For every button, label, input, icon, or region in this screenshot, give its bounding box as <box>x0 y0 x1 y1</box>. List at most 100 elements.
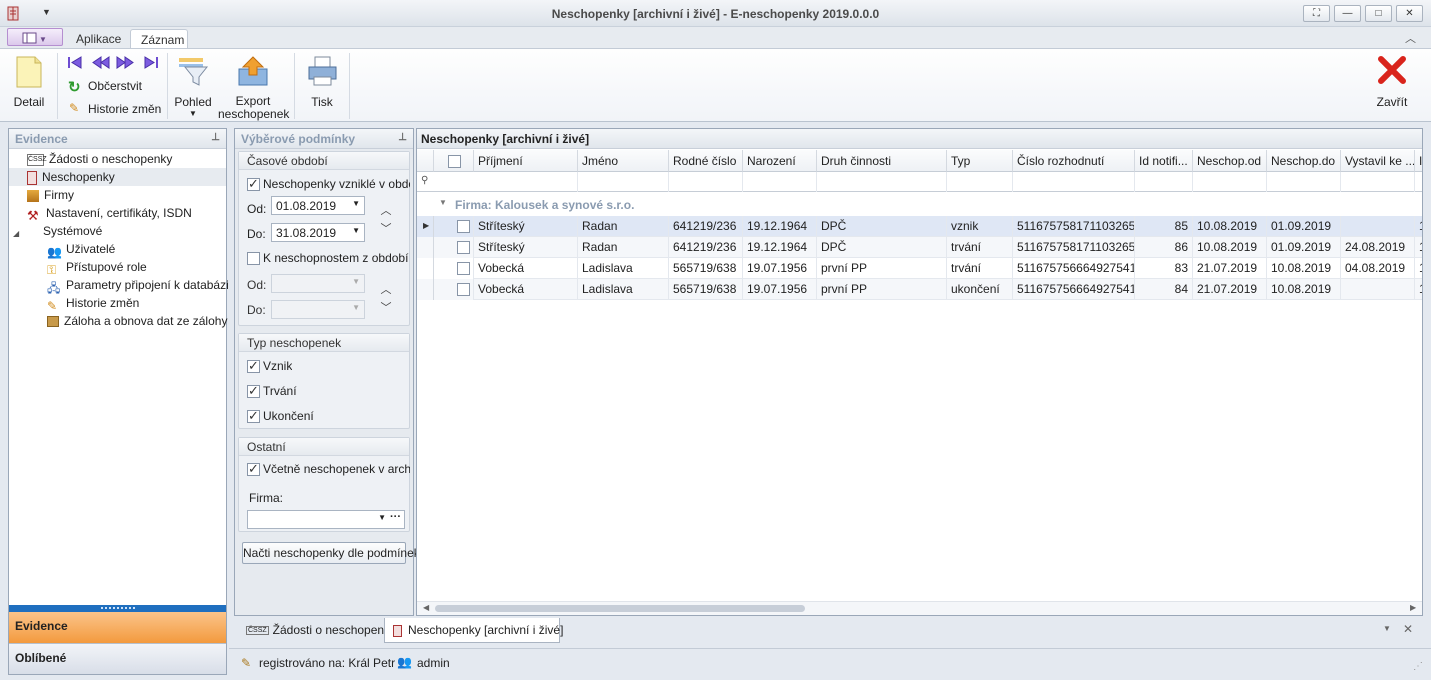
first-record-icon[interactable] <box>66 55 84 70</box>
table-row[interactable]: ▶ Stříteský Radan 641219/236 19.12.1964 DPČ vz… <box>417 216 1422 237</box>
type-trvani-checkbox[interactable]: Trvání <box>247 384 297 399</box>
cell-prijmeni[interactable]: Vobecká <box>474 279 578 300</box>
detail-button[interactable]: Detail <box>6 53 52 117</box>
to-period-checkbox[interactable]: K neschopnostem z období <box>247 251 410 266</box>
filter-cell-jmeno[interactable] <box>578 172 669 192</box>
fullscreen-button[interactable]: ⛶ <box>1303 5 1330 22</box>
type-vznik-checkbox[interactable]: Vznik <box>247 359 292 374</box>
row-indicator[interactable]: ▶ <box>417 216 434 237</box>
cell-jmeno[interactable]: Ladislava <box>578 279 669 300</box>
cell-jmeno[interactable]: Ladislava <box>578 258 669 279</box>
firm-select[interactable]: ▼ ··· <box>247 510 405 529</box>
table-row[interactable]: Stříteský Radan 641219/236 19.12.1964 DPČ trv… <box>417 237 1422 258</box>
doc-tab-neschopenky[interactable]: Neschopenky [archivní i živé] <box>384 618 563 643</box>
shift-up-icon[interactable]: ︿ <box>380 202 392 218</box>
row-indicator[interactable] <box>417 279 434 300</box>
cell-neschop-do[interactable]: 01.09.2019 <box>1267 216 1341 237</box>
table-row[interactable]: Vobecká Ladislava 565719/638 19.07.1956 prvn… <box>417 258 1422 279</box>
cell-narozeni[interactable]: 19.07.1956 <box>743 258 817 279</box>
cell-id-notifikace[interactable]: 84 <box>1135 279 1193 300</box>
type-ukonceni-checkbox[interactable]: Ukončení <box>247 409 314 424</box>
row-indicator[interactable] <box>417 237 434 258</box>
expand-icon[interactable]: ◢ <box>13 225 23 239</box>
column-header-druh-cinnosti[interactable]: Druh činnosti <box>817 150 947 172</box>
shift-up-icon[interactable]: ︿ <box>380 281 392 297</box>
row-checkbox[interactable] <box>434 216 474 237</box>
row-checkbox[interactable] <box>434 258 474 279</box>
cell-neschop-do[interactable]: 10.08.2019 <box>1267 279 1341 300</box>
cell-druh-cinnosti[interactable]: první PP <box>817 279 947 300</box>
cell-druh-cinnosti[interactable]: DPČ <box>817 237 947 258</box>
maximize-button[interactable]: □ <box>1365 5 1392 22</box>
tree-item-historie[interactable]: ✎ Historie změn <box>47 294 139 313</box>
print-button[interactable]: Tisk <box>300 53 344 117</box>
cell-cislo-rozhodnuti[interactable]: 511675756664927541 <box>1013 279 1135 300</box>
cell-cislo-rozhodnuti[interactable]: 511675758171103265 <box>1013 237 1135 258</box>
column-header-vystavil-ke[interactable]: Vystavil ke ... <box>1341 150 1415 172</box>
cell-vystavil-ke[interactable]: 04.08.2019 <box>1341 258 1415 279</box>
cell-neschop-od[interactable]: 10.08.2019 <box>1193 216 1267 237</box>
filter-cell-neschop-do[interactable] <box>1267 172 1341 192</box>
collapse-ribbon-icon[interactable]: ︿ <box>1405 30 1416 46</box>
filter-cell-cislo-rozhodnuti[interactable] <box>1013 172 1135 192</box>
tree-item-zaloha[interactable]: Záloha a obnova dat ze zálohy <box>47 312 227 330</box>
cell-rodne-cislo[interactable]: 565719/638 <box>669 258 743 279</box>
filter-cell-prijmeni[interactable] <box>474 172 578 192</box>
filter-cell-neschop-od[interactable] <box>1193 172 1267 192</box>
splitter-grip[interactable] <box>9 605 226 612</box>
cell-neschop-do[interactable]: 01.09.2019 <box>1267 237 1341 258</box>
column-header-id-notifikace[interactable]: Id notifi... <box>1135 150 1193 172</box>
cell-narozeni[interactable]: 19.12.1964 <box>743 216 817 237</box>
cell-narozeni[interactable]: 19.07.1956 <box>743 279 817 300</box>
cell-druh-cinnosti[interactable]: první PP <box>817 258 947 279</box>
cell-id-notifikace[interactable]: 85 <box>1135 216 1193 237</box>
cell-typ[interactable]: trvání <box>947 258 1013 279</box>
row-checkbox[interactable] <box>434 279 474 300</box>
cell-id-notifikace[interactable]: 83 <box>1135 258 1193 279</box>
tree-item-role[interactable]: ⚿ Přístupové role <box>47 258 147 277</box>
tree-item-nastaveni[interactable]: ⚒ Nastavení, certifikáty, ISDN <box>27 204 192 223</box>
close-record-button[interactable]: Zavřít <box>1372 53 1412 117</box>
filter-cell-druh-cinnosti[interactable] <box>817 172 947 192</box>
column-header-neschop-do[interactable]: Neschop.do <box>1267 150 1341 172</box>
cell-jmeno[interactable]: Radan <box>578 237 669 258</box>
cell-cislo-rozhodnuti[interactable]: 511675758171103265 <box>1013 216 1135 237</box>
cell-neschop-od[interactable]: 21.07.2019 <box>1193 258 1267 279</box>
cell-vystavil-ke[interactable] <box>1341 216 1415 237</box>
scroll-thumb[interactable] <box>435 605 805 612</box>
cell-extra[interactable]: 1 <box>1415 216 1422 237</box>
minimize-button[interactable]: — <box>1334 5 1361 22</box>
cell-typ[interactable]: ukončení <box>947 279 1013 300</box>
load-button[interactable]: Načti neschopenky dle podmínek <box>242 542 420 564</box>
to-date-field[interactable]: 31.08.2019 ▼ <box>271 223 365 242</box>
filter-cell-narozeni[interactable] <box>743 172 817 192</box>
tab-aplikace[interactable]: Aplikace <box>66 29 131 49</box>
shift-down-icon[interactable]: ﹀ <box>380 220 392 236</box>
group-row[interactable]: ▼ Firma: Kalousek a synové s.r.o. <box>417 195 1422 216</box>
cell-neschop-od[interactable]: 21.07.2019 <box>1193 279 1267 300</box>
tree-item-uzivatele[interactable]: 👥 Uživatelé <box>47 240 115 259</box>
export-button[interactable]: Export neschopenek <box>218 53 289 121</box>
cell-extra[interactable]: 1 <box>1415 237 1422 258</box>
cell-vystavil-ke[interactable]: 24.08.2019 <box>1341 237 1415 258</box>
resize-grip-icon[interactable]: ⋰ <box>1413 661 1423 672</box>
application-menu-button[interactable]: ▼ <box>7 28 63 46</box>
view-button[interactable]: Pohled ▼ <box>172 53 214 118</box>
column-header-jmeno[interactable]: Jméno <box>578 150 669 172</box>
from-date-field[interactable]: 01.08.2019 ▼ <box>271 196 365 215</box>
cell-extra[interactable]: 1 <box>1415 258 1422 279</box>
tree-item-parametry[interactable]: 🖧 Parametry připojení k databázi <box>47 276 229 295</box>
tab-zaznam[interactable]: Záznam <box>130 29 188 49</box>
horizontal-scrollbar[interactable]: ◀ ▶ <box>417 601 1422 615</box>
cell-typ[interactable]: trvání <box>947 237 1013 258</box>
include-archive-checkbox[interactable]: Včetně neschopenek v archivu <box>247 462 410 477</box>
next-record-icon[interactable] <box>116 55 134 70</box>
cell-rodne-cislo[interactable]: 565719/638 <box>669 279 743 300</box>
tree-item-firmy[interactable]: Firmy <box>27 186 74 204</box>
column-header-narozeni[interactable]: Narození <box>743 150 817 172</box>
cell-jmeno[interactable]: Radan <box>578 216 669 237</box>
tab-list-dropdown-icon[interactable]: ▼ <box>1383 624 1391 633</box>
pin-icon[interactable]: ⊥ <box>211 132 220 143</box>
shift-down-icon[interactable]: ﹀ <box>380 299 392 315</box>
row-indicator[interactable] <box>417 258 434 279</box>
